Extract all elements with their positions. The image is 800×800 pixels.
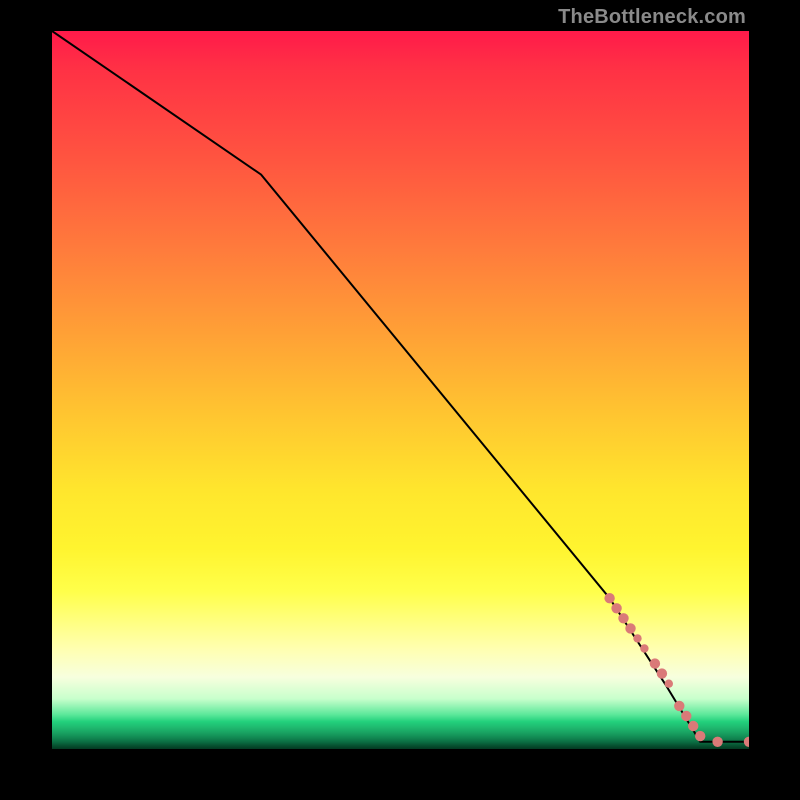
chart-container: TheBottleneck.com (0, 0, 800, 800)
data-marker (674, 701, 684, 711)
data-marker (640, 644, 648, 652)
data-marker (611, 603, 621, 613)
data-marker (650, 658, 660, 668)
data-marker (665, 680, 673, 688)
data-marker (657, 668, 667, 678)
data-marker (744, 737, 749, 747)
data-marker (618, 613, 628, 623)
data-marker (604, 593, 614, 603)
watermark-text: TheBottleneck.com (558, 6, 746, 29)
data-marker (633, 634, 641, 642)
plot-svg (52, 31, 749, 749)
data-marker (681, 711, 691, 721)
data-marker (625, 623, 635, 633)
plot-area (52, 31, 749, 749)
data-marker (712, 737, 722, 747)
data-marker (688, 721, 698, 731)
marker-group (604, 593, 749, 747)
curve-line (52, 31, 749, 742)
data-marker (695, 731, 705, 741)
